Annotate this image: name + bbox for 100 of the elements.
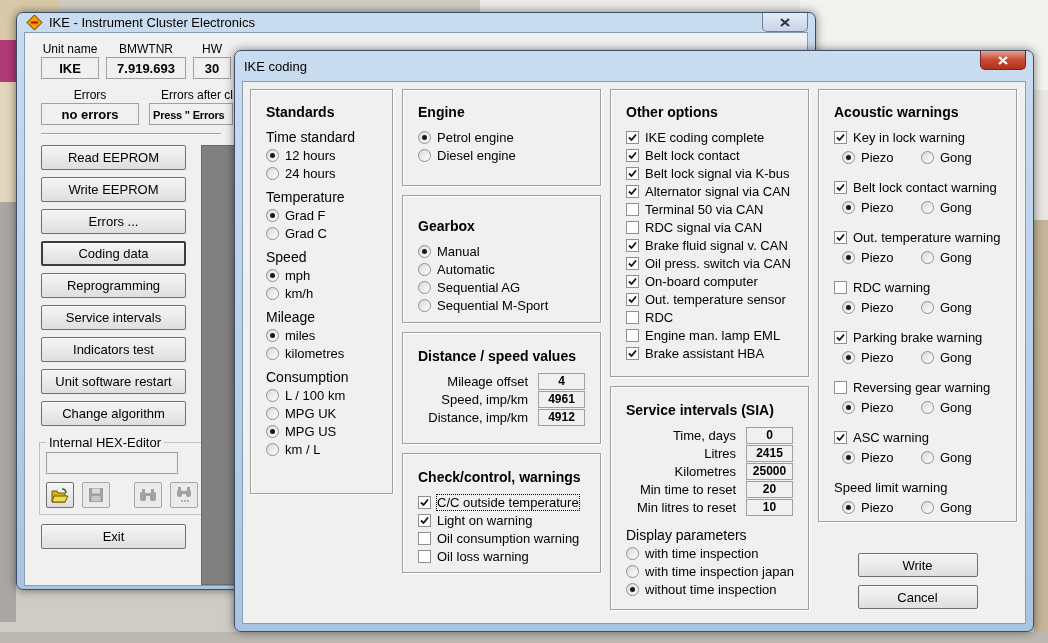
- option-label[interactable]: Sequential AG: [437, 279, 521, 295]
- value-field[interactable]: 2415: [746, 444, 793, 462]
- option-label[interactable]: mph: [285, 267, 311, 283]
- radio-button[interactable]: [842, 300, 855, 314]
- action-button[interactable]: Service intervals: [41, 305, 186, 330]
- option-label[interactable]: Oil consumption warning: [437, 530, 580, 546]
- option-label[interactable]: Belt lock contact: [645, 147, 740, 163]
- checkbox[interactable]: [626, 220, 639, 234]
- value-field[interactable]: 0: [746, 426, 793, 444]
- option-label[interactable]: Terminal 50 via CAN: [645, 201, 764, 217]
- checkbox[interactable]: [834, 130, 847, 144]
- checkbox[interactable]: [626, 148, 639, 162]
- option-label[interactable]: Diesel engine: [437, 147, 516, 163]
- radio-button[interactable]: [626, 564, 639, 578]
- option-label[interactable]: RDC: [645, 309, 674, 325]
- checkbox[interactable]: [626, 238, 639, 252]
- radio-button[interactable]: [266, 424, 279, 438]
- radio-button[interactable]: [842, 250, 855, 264]
- option-label[interactable]: Key in lock warning: [853, 129, 965, 145]
- action-button[interactable]: Errors ...: [41, 209, 186, 234]
- value-field[interactable]: 25000: [746, 462, 793, 480]
- option-label[interactable]: Piezo: [861, 349, 894, 365]
- radio-button[interactable]: [842, 400, 855, 414]
- option-label[interactable]: MPG US: [285, 423, 337, 439]
- option-label[interactable]: Gong: [940, 249, 972, 265]
- option-label[interactable]: Automatic: [437, 261, 495, 277]
- radio-button[interactable]: [626, 546, 639, 560]
- option-label[interactable]: kilometres: [285, 345, 345, 361]
- checkbox[interactable]: [626, 310, 639, 324]
- option-label[interactable]: Belt lock contact warning: [853, 179, 997, 195]
- radio-button[interactable]: [921, 200, 934, 214]
- radio-button[interactable]: [842, 350, 855, 364]
- toolbar-button[interactable]: [46, 482, 74, 508]
- option-label[interactable]: Gong: [940, 499, 972, 515]
- option-label[interactable]: km/h: [285, 285, 314, 301]
- action-button[interactable]: Coding data: [41, 241, 186, 266]
- option-label[interactable]: Parking brake warning: [853, 329, 983, 345]
- radio-button[interactable]: [418, 130, 431, 144]
- option-label[interactable]: Gong: [940, 299, 972, 315]
- option-label[interactable]: Sequential M-Sport: [437, 297, 549, 313]
- exit-button[interactable]: Exit: [41, 524, 186, 549]
- option-label[interactable]: Petrol engine: [437, 129, 514, 145]
- checkbox[interactable]: [834, 280, 847, 294]
- radio-button[interactable]: [842, 500, 855, 514]
- option-label[interactable]: IKE coding complete: [645, 129, 765, 145]
- option-label[interactable]: Belt lock signal via K-bus: [645, 165, 790, 181]
- radio-button[interactable]: [266, 328, 279, 342]
- checkbox[interactable]: [626, 346, 639, 360]
- radio-button[interactable]: [266, 286, 279, 300]
- option-label[interactable]: Reversing gear warning: [853, 379, 991, 395]
- radio-button[interactable]: [418, 262, 431, 276]
- checkbox[interactable]: [418, 531, 431, 545]
- radio-button[interactable]: [921, 250, 934, 264]
- value-field[interactable]: 20: [746, 480, 793, 498]
- checkbox[interactable]: [418, 513, 431, 527]
- checkbox[interactable]: [418, 549, 431, 563]
- checkbox[interactable]: [834, 430, 847, 444]
- option-label[interactable]: Gong: [940, 149, 972, 165]
- value-field[interactable]: 4: [538, 372, 585, 390]
- checkbox[interactable]: [418, 495, 431, 509]
- radio-button[interactable]: [921, 450, 934, 464]
- radio-button[interactable]: [921, 300, 934, 314]
- option-label[interactable]: Piezo: [861, 449, 894, 465]
- option-label[interactable]: Oil press. switch via CAN: [645, 255, 791, 271]
- option-label[interactable]: Piezo: [861, 199, 894, 215]
- radio-button[interactable]: [842, 450, 855, 464]
- option-label[interactable]: Piezo: [861, 299, 894, 315]
- value-field[interactable]: 4961: [538, 390, 585, 408]
- radio-button[interactable]: [842, 150, 855, 164]
- radio-button[interactable]: [418, 244, 431, 258]
- radio-button[interactable]: [266, 148, 279, 162]
- radio-button[interactable]: [266, 442, 279, 456]
- option-label[interactable]: Brake assistant HBA: [645, 345, 765, 361]
- dialog-button[interactable]: Write: [857, 553, 978, 577]
- option-label[interactable]: On-board computer: [645, 273, 758, 289]
- option-label[interactable]: RDC warning: [853, 279, 931, 295]
- action-button[interactable]: Reprogramming: [41, 273, 186, 298]
- value-field[interactable]: 10: [746, 498, 793, 516]
- radio-button[interactable]: [266, 388, 279, 402]
- option-label[interactable]: with time inspection japan: [645, 563, 794, 579]
- action-button[interactable]: Write EEPROM: [41, 177, 186, 202]
- checkbox[interactable]: [626, 328, 639, 342]
- checkbox[interactable]: [834, 180, 847, 194]
- option-label[interactable]: Piezo: [861, 249, 894, 265]
- value-field[interactable]: 4912: [538, 408, 585, 426]
- input-field[interactable]: [46, 452, 178, 474]
- option-label[interactable]: 24 hours: [285, 165, 336, 181]
- checkbox[interactable]: [626, 274, 639, 288]
- option-label[interactable]: MPG UK: [285, 405, 337, 421]
- option-label[interactable]: Gong: [940, 199, 972, 215]
- option-label[interactable]: Alternator signal via CAN: [645, 183, 791, 199]
- option-label[interactable]: Piezo: [861, 149, 894, 165]
- checkbox[interactable]: [834, 380, 847, 394]
- checkbox[interactable]: [626, 130, 639, 144]
- action-button[interactable]: Unit software restart: [41, 369, 186, 394]
- option-label[interactable]: without time inspection: [645, 581, 777, 597]
- option-label[interactable]: Piezo: [861, 399, 894, 415]
- close-button[interactable]: [980, 51, 1026, 70]
- option-label[interactable]: Light on warning: [437, 512, 533, 528]
- checkbox[interactable]: [626, 256, 639, 270]
